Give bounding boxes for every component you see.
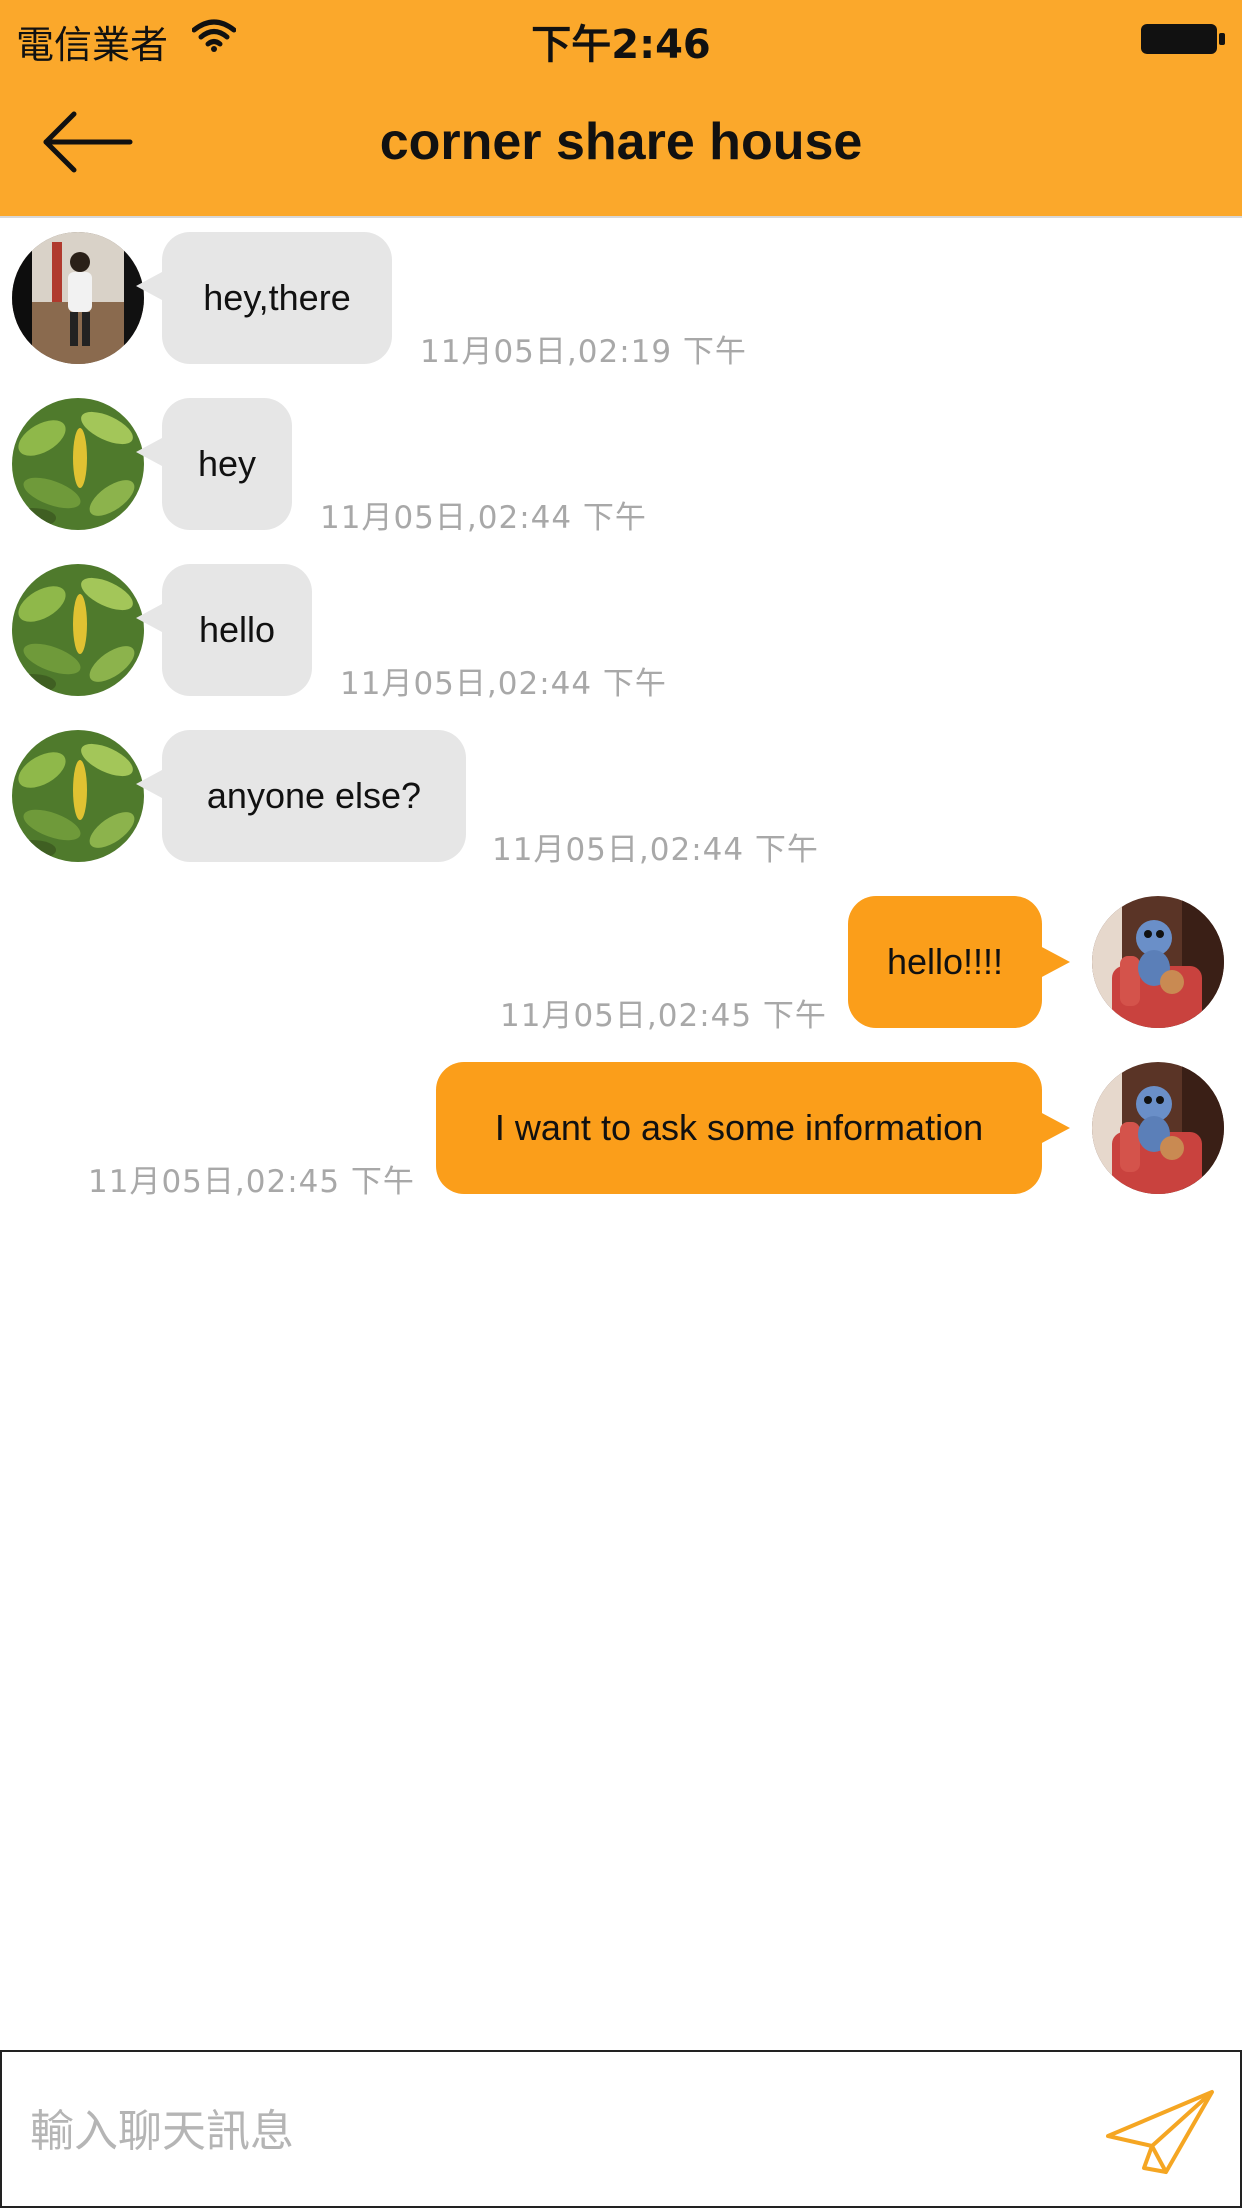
- message-time: 11月05日,02:44 下午: [492, 832, 819, 868]
- plant-photo-avatar: [12, 730, 144, 862]
- message-input[interactable]: [30, 2092, 1060, 2170]
- message-time: 11月05日,02:19 下午: [420, 334, 747, 370]
- avatar[interactable]: [12, 232, 144, 364]
- avatar[interactable]: [1092, 1062, 1224, 1194]
- message-time: 11月05日,02:44 下午: [320, 500, 647, 536]
- message-time: 11月05日,02:45 下午: [500, 998, 827, 1034]
- toy-photo-avatar: [1092, 896, 1224, 1028]
- message-composer: [0, 2050, 1242, 2208]
- avatar[interactable]: [1092, 896, 1224, 1028]
- plant-photo-avatar: [12, 564, 144, 696]
- app-header: 電信業者 下午2:46 corner share house: [0, 0, 1242, 218]
- message-bubble[interactable]: hey,there: [162, 232, 392, 364]
- bubble-tail: [136, 438, 162, 466]
- paper-plane-icon[interactable]: [1104, 2088, 1216, 2180]
- message-bubble[interactable]: I want to ask some information: [436, 1062, 1042, 1194]
- bubble-tail: [136, 770, 162, 798]
- status-bar: 電信業者 下午2:46: [0, 0, 1242, 76]
- avatar[interactable]: [12, 730, 144, 862]
- plant-photo-avatar: [12, 398, 144, 530]
- toy-photo-avatar: [1092, 1062, 1224, 1194]
- message-time: 11月05日,02:44 下午: [340, 666, 667, 702]
- person-photo-avatar: [12, 232, 144, 364]
- message-bubble[interactable]: anyone else?: [162, 730, 466, 862]
- avatar[interactable]: [12, 564, 144, 696]
- avatar[interactable]: [12, 398, 144, 530]
- message-bubble[interactable]: hello!!!!: [848, 896, 1042, 1028]
- message-time: 11月05日,02:45 下午: [88, 1164, 415, 1200]
- bubble-tail: [136, 604, 162, 632]
- bubble-tail: [1040, 946, 1070, 978]
- status-time: 下午2:46: [531, 22, 711, 68]
- bubble-tail: [136, 272, 162, 300]
- message-bubble[interactable]: hello: [162, 564, 312, 696]
- chat-title: corner share house: [379, 113, 863, 171]
- battery-icon: [1141, 24, 1225, 54]
- bubble-tail: [1040, 1112, 1070, 1144]
- message-bubble[interactable]: hey: [162, 398, 292, 530]
